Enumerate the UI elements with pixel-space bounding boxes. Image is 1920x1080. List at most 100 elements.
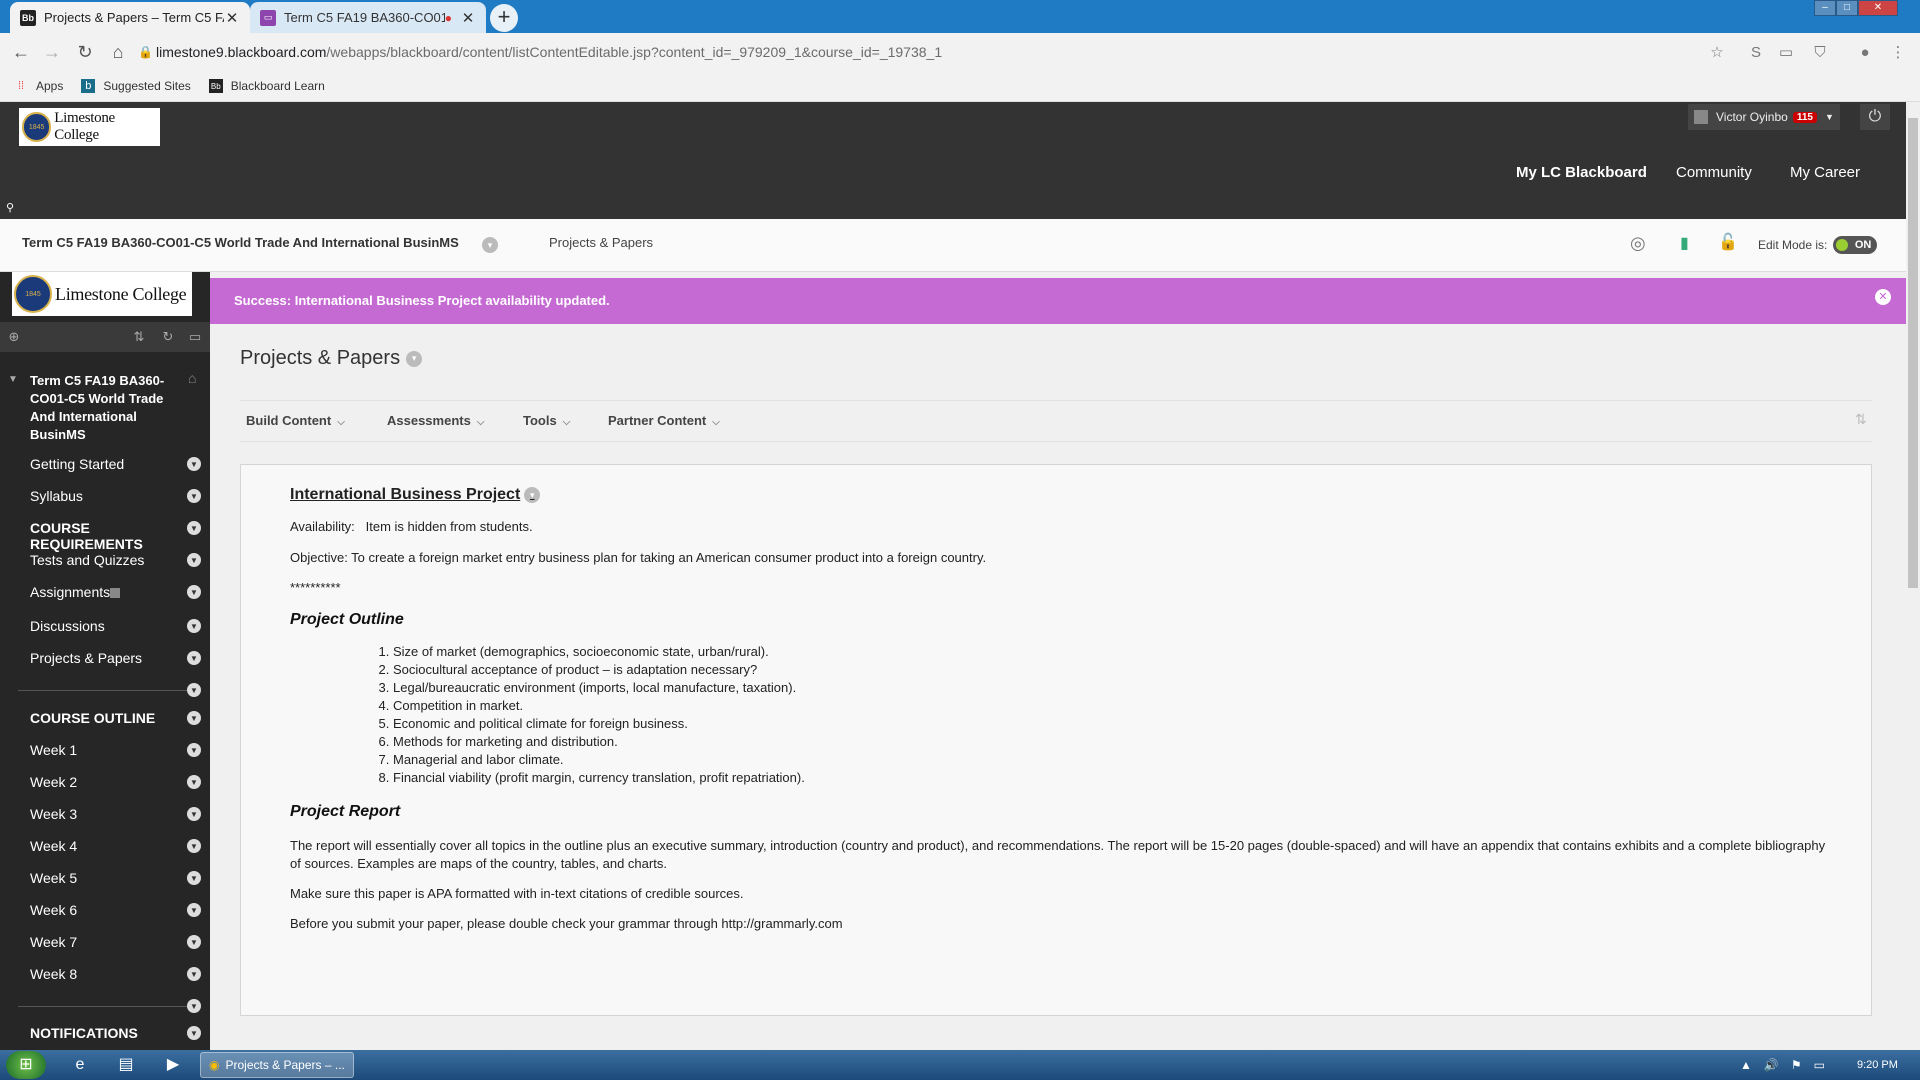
sidebar-item-getting-started[interactable]: Getting Started [30, 456, 200, 472]
edit-mode-toggle[interactable]: Edit Mode is: ON [1758, 236, 1878, 254]
new-tab-button[interactable]: + [490, 4, 518, 32]
partner-content-menu[interactable]: Partner Content ⌵ [608, 413, 720, 428]
sidebar-item-assignments[interactable]: Assignments [30, 584, 110, 600]
add-menu-item-icon[interactable]: ⊕ [5, 329, 23, 345]
reorder-icon[interactable]: ⇅ [130, 329, 148, 345]
media-player-icon[interactable]: ▶ [155, 1053, 191, 1077]
chevron-down-icon[interactable]: ▼ [187, 807, 201, 821]
dismiss-message-icon[interactable]: ✕ [1875, 289, 1891, 305]
chevron-down-icon[interactable]: ▼ [187, 711, 201, 725]
taskbar-clock[interactable]: 9:20 PM [1857, 1059, 1898, 1071]
chrome-menu-icon[interactable]: ⋮ [1888, 43, 1908, 63]
content-item-title[interactable]: International Business Project ▾ [290, 486, 1840, 504]
bookmark-blackboard-learn[interactable]: Bb Blackboard Learn [208, 79, 325, 93]
page-options-chevron-icon[interactable]: ▾ [406, 350, 423, 367]
forward-icon[interactable]: → [40, 41, 64, 63]
sidebar-item-week-8[interactable]: Week 8 [30, 966, 200, 982]
chevron-down-icon[interactable]: ▼ [187, 903, 201, 917]
address-bar[interactable]: 🔒 limestone9.blackboard.com/webapps/blac… [138, 38, 1698, 66]
tab-my-lc-blackboard[interactable]: My LC Blackboard [1516, 164, 1647, 181]
sidebar-item-tests-and-quizzes[interactable]: Tests and Quizzes [30, 552, 200, 568]
chevron-down-icon[interactable]: ▼ [187, 457, 201, 471]
home-icon[interactable]: ⌂ [188, 370, 196, 386]
cast-extension-icon[interactable]: ▭ [1776, 43, 1796, 63]
collapse-arrow-icon[interactable]: ▼ [8, 374, 18, 385]
close-tab-icon[interactable]: ✕ [460, 9, 476, 27]
item-options-chevron-icon[interactable]: ▾ [524, 487, 541, 503]
sidebar-item-notifications[interactable]: NOTIFICATIONS [30, 1025, 200, 1041]
bookmark-star-icon[interactable]: ☆ [1707, 43, 1727, 63]
assessments-menu[interactable]: Assessments ⌵ [387, 413, 484, 428]
sidebar-item-course-requirements[interactable]: COURSE REQUIREMENTS [30, 520, 200, 552]
sidebar-item-week-6[interactable]: Week 6 [30, 902, 200, 918]
chevron-down-icon[interactable]: ▼ [187, 743, 201, 757]
user-menu[interactable]: Victor Oyinbo 115 ▼ [1688, 104, 1840, 130]
chevron-down-icon[interactable]: ▼ [187, 839, 201, 853]
build-content-menu[interactable]: Build Content ⌵ [246, 413, 345, 428]
action-center-flag-icon[interactable]: ⚑ [1791, 1058, 1802, 1072]
scrollbar-thumb[interactable] [1908, 118, 1918, 588]
sidebar-course-title[interactable]: Term C5 FA19 BA360-CO01-C5 World Trade A… [30, 372, 175, 444]
skype-extension-icon[interactable]: S [1746, 43, 1766, 63]
student-preview-icon[interactable]: ◎ [1630, 233, 1646, 254]
back-icon[interactable]: ← [9, 41, 33, 63]
folder-view-icon[interactable]: ▭ [186, 329, 204, 345]
sidebar-item-week-7[interactable]: Week 7 [30, 934, 200, 950]
edit-mode-switch[interactable]: ON [1833, 236, 1878, 254]
internet-explorer-icon[interactable]: e [62, 1053, 98, 1077]
item-title-text[interactable]: International Business Project [290, 486, 520, 504]
taskbar-chrome-window[interactable]: ◉ Projects & Papers – ... [200, 1052, 354, 1078]
sidebar-item-week-1[interactable]: Week 1 [30, 742, 200, 758]
chevron-down-icon[interactable]: ▼ [187, 489, 201, 503]
link-icon[interactable]: ⚲ [6, 201, 14, 214]
reorder-items-icon[interactable]: ⇅ [1855, 411, 1867, 428]
close-tab-icon[interactable]: ✕ [224, 9, 240, 27]
refresh-icon[interactable]: ↻ [159, 329, 177, 345]
chevron-down-icon[interactable]: ▼ [187, 871, 201, 885]
close-window-button[interactable]: ✕ [1858, 0, 1898, 16]
course-title-breadcrumb[interactable]: Term C5 FA19 BA360-CO01-C5 World Trade A… [22, 235, 459, 250]
tab-my-career[interactable]: My Career [1790, 164, 1860, 181]
sidebar-item-syllabus[interactable]: Syllabus [30, 488, 200, 504]
shield-extension-icon[interactable]: ⛉ [1810, 43, 1830, 63]
tab-course-document[interactable]: ▭ Term C5 FA19 BA360-CO01- ● ✕ [250, 2, 486, 33]
chevron-down-icon[interactable]: ▼ [187, 651, 201, 665]
chevron-down-icon[interactable]: ▼ [187, 967, 201, 981]
minimize-window-button[interactable]: – [1814, 0, 1836, 16]
sidebar-item-discussions[interactable]: Discussions [30, 618, 200, 634]
chevron-down-icon[interactable]: ▼ [187, 619, 201, 633]
tab-projects-papers[interactable]: Bb Projects & Papers – Term C5 FA1 ✕ [10, 2, 250, 33]
chevron-down-icon[interactable]: ▼ [187, 775, 201, 789]
sidebar-item-week-5[interactable]: Week 5 [30, 870, 200, 886]
bookmark-suggested-sites[interactable]: b Suggested Sites [81, 79, 191, 93]
chevron-down-icon[interactable]: ▼ [187, 683, 201, 697]
profile-avatar-icon[interactable]: ● [1855, 43, 1875, 63]
chevron-down-icon[interactable]: ▼ [187, 1026, 201, 1040]
chevron-down-icon[interactable]: ▼ [187, 521, 201, 535]
reports-icon[interactable]: ▮ [1680, 233, 1689, 253]
chevron-down-icon[interactable]: ▼ [187, 553, 201, 567]
logout-icon[interactable]: ⏻ [1860, 104, 1890, 130]
sidebar-item-week-4[interactable]: Week 4 [30, 838, 200, 854]
sidebar-item-week-2[interactable]: Week 2 [30, 774, 200, 790]
sidebar-item-projects-papers[interactable]: Projects & Papers [30, 650, 200, 666]
file-explorer-icon[interactable]: ▤ [108, 1053, 144, 1077]
chevron-down-icon[interactable]: ▼ [187, 585, 201, 599]
show-hidden-icons-icon[interactable]: ▲ [1740, 1058, 1752, 1072]
chevron-down-icon[interactable]: ▼ [187, 935, 201, 949]
tools-menu[interactable]: Tools ⌵ [523, 413, 570, 428]
start-button[interactable]: ⊞ [6, 1051, 46, 1079]
sidebar-item-course-outline[interactable]: COURSE OUTLINE [30, 710, 200, 726]
course-menu-chevron-icon[interactable]: ▾ [482, 237, 498, 253]
lock-course-icon[interactable]: 🔓 [1718, 232, 1738, 252]
sidebar-item-week-3[interactable]: Week 3 [30, 806, 200, 822]
reload-icon[interactable]: ↻ [73, 41, 97, 63]
bookmark-apps[interactable]: ⁞⁞ Apps [14, 79, 63, 93]
network-icon[interactable]: ▭ [1814, 1058, 1825, 1072]
chevron-down-icon[interactable]: ▼ [187, 999, 201, 1013]
maximize-window-button[interactable]: □ [1836, 0, 1858, 16]
institution-logo[interactable]: 1845 Limestone College [19, 108, 160, 146]
home-icon[interactable]: ⌂ [106, 41, 130, 63]
volume-icon[interactable]: 🔊 [1764, 1058, 1779, 1072]
tab-community[interactable]: Community [1676, 164, 1752, 181]
